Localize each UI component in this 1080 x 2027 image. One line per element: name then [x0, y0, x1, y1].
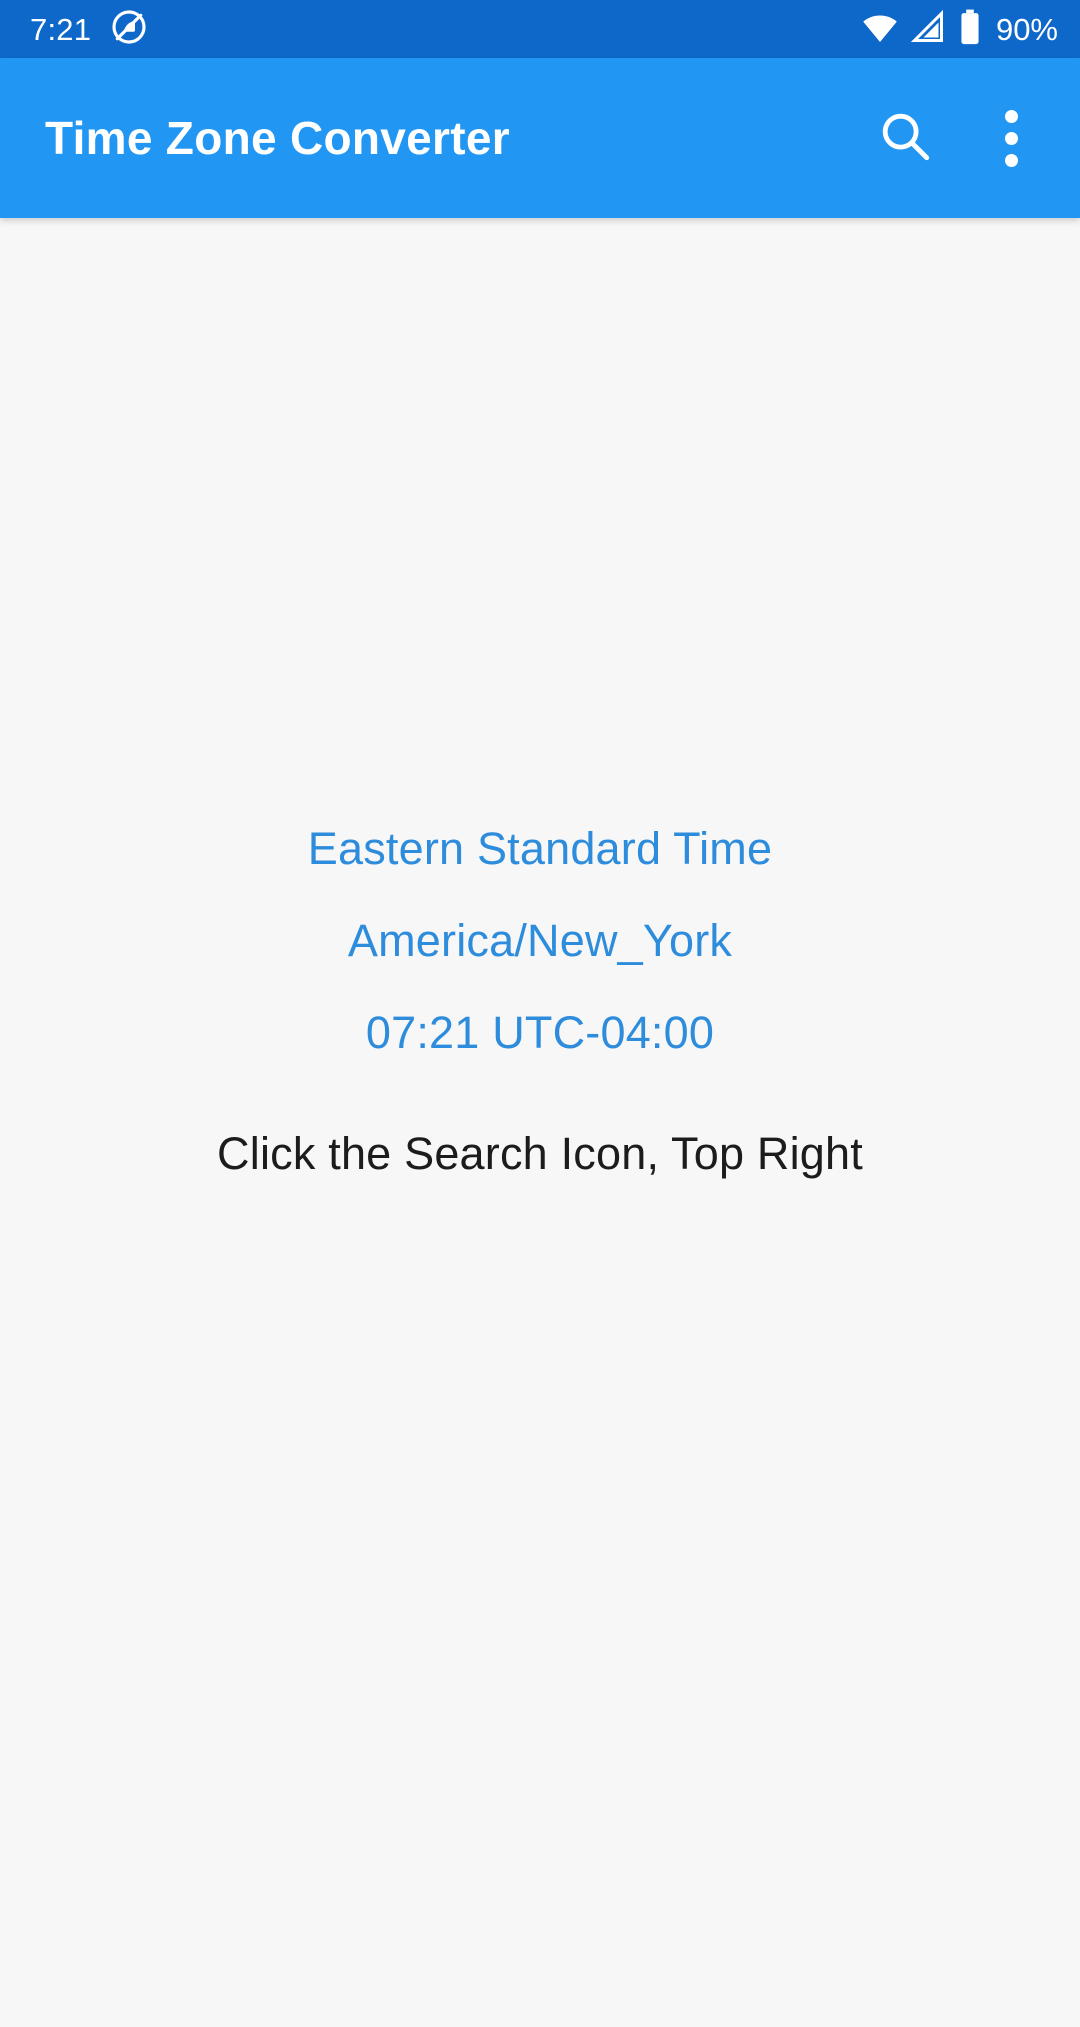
- timezone-name-label: Eastern Standard Time: [307, 823, 773, 874]
- status-bar: 7:21 90%: [0, 0, 1080, 58]
- timezone-id-label: America/New_York: [347, 915, 733, 966]
- app-screen: 7:21 90% Time Zone Converter Eastern Sta…: [0, 0, 1080, 2027]
- cellular-signal-icon: [910, 9, 946, 50]
- main-content: Eastern Standard Time America/New_York 0…: [0, 218, 1080, 2027]
- status-bar-clock: 7:21: [30, 11, 92, 47]
- battery-percentage-label: 90%: [995, 11, 1058, 47]
- search-hint-label: Click the Search Icon, Top Right: [217, 1128, 863, 1179]
- app-bar-title: Time Zone Converter: [45, 112, 510, 164]
- app-bar-actions: [866, 99, 1060, 177]
- search-button[interactable]: [866, 99, 944, 177]
- search-icon: [876, 107, 934, 170]
- app-bar: Time Zone Converter: [0, 58, 1080, 218]
- status-bar-left: 7:21: [30, 9, 147, 50]
- more-vertical-icon-dot-3: [1004, 153, 1018, 167]
- timezone-info-block: Eastern Standard Time America/New_York 0…: [0, 803, 1080, 1079]
- overflow-menu-button[interactable]: [972, 99, 1050, 177]
- status-bar-right: 90%: [861, 8, 1058, 51]
- more-vertical-icon-dot-1: [1004, 109, 1018, 123]
- timezone-time-offset-label: 07:21 UTC-04:00: [365, 1007, 715, 1058]
- battery-icon: [957, 8, 983, 51]
- more-vertical-icon-dot-2: [1004, 131, 1018, 145]
- wifi-icon: [861, 8, 899, 51]
- app-circle-icon: [111, 9, 147, 50]
